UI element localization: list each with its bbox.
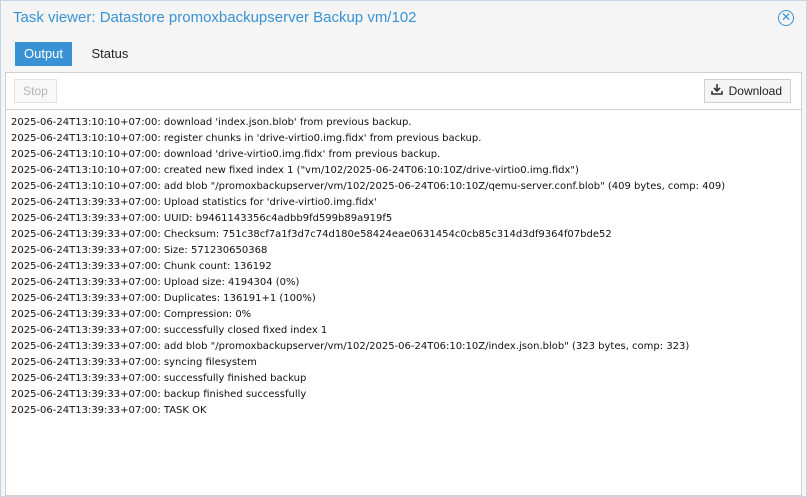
log-line: 2025-06-24T13:39:33+07:00: Compression: … (11, 309, 252, 320)
output-panel: Stop Download 2025-06-24T13:10:10+07:00:… (5, 72, 802, 496)
log-line: 2025-06-24T13:39:33+07:00: Size: 5712306… (11, 245, 268, 256)
stop-button[interactable]: Stop (14, 79, 57, 103)
titlebar: Task viewer: Datastore promoxbackupserve… (1, 1, 806, 35)
log-line: 2025-06-24T13:39:33+07:00: TASK OK (11, 405, 207, 416)
log-line: 2025-06-24T13:10:10+07:00: register chun… (11, 133, 482, 144)
tab-output[interactable]: Output (15, 42, 73, 66)
log-line: 2025-06-24T13:10:10+07:00: download 'dri… (11, 149, 441, 160)
task-log: 2025-06-24T13:10:10+07:00: download 'ind… (6, 110, 801, 495)
close-icon[interactable]: ✕ (778, 10, 794, 26)
log-line: 2025-06-24T13:10:10+07:00: add blob "/pr… (11, 181, 726, 192)
log-line: 2025-06-24T13:10:10+07:00: created new f… (11, 165, 579, 176)
log-line: 2025-06-24T13:39:33+07:00: successfully … (11, 373, 307, 384)
tab-status[interactable]: Status (82, 42, 137, 66)
log-line: 2025-06-24T13:39:33+07:00: syncing files… (11, 357, 257, 368)
log-line: 2025-06-24T13:39:33+07:00: UUID: b946114… (11, 213, 393, 224)
log-line: 2025-06-24T13:10:10+07:00: download 'ind… (11, 117, 412, 128)
download-label: Download (728, 84, 782, 98)
log-line: 2025-06-24T13:39:33+07:00: Chunk count: … (11, 261, 272, 272)
download-button[interactable]: Download (703, 79, 791, 103)
task-viewer-window: Task viewer: Datastore promoxbackupserve… (0, 0, 807, 497)
log-line: 2025-06-24T13:39:33+07:00: backup finish… (11, 389, 307, 400)
tab-bar: Output Status (15, 42, 143, 66)
log-line: 2025-06-24T13:39:33+07:00: Upload statis… (11, 197, 377, 208)
window-title: Task viewer: Datastore promoxbackupserve… (13, 9, 417, 26)
log-line: 2025-06-24T13:39:33+07:00: Upload size: … (11, 277, 300, 288)
toolbar: Stop Download (6, 73, 801, 110)
download-icon (710, 80, 723, 102)
log-line: 2025-06-24T13:39:33+07:00: successfully … (11, 325, 328, 336)
log-line: 2025-06-24T13:39:33+07:00: Duplicates: 1… (11, 293, 316, 304)
log-line: 2025-06-24T13:39:33+07:00: add blob "/pr… (11, 341, 690, 352)
log-line: 2025-06-24T13:39:33+07:00: Checksum: 751… (11, 229, 612, 240)
